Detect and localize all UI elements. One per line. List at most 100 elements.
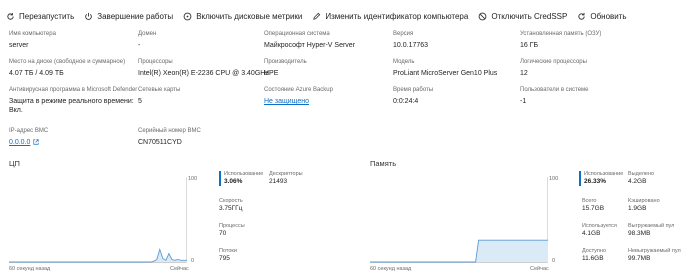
domain-label: Домен xyxy=(138,31,157,37)
os-label: Операционная система xyxy=(264,31,330,37)
manufacturer-value: HPE xyxy=(264,70,279,77)
manufacturer-field: Производитель HPE xyxy=(264,59,307,78)
external-link-icon[interactable] xyxy=(33,139,40,145)
antivirus-value-line2: Вкл. xyxy=(9,107,23,114)
bmc-ip-link[interactable]: 0.0.0.0 xyxy=(9,139,30,146)
memory-in-use-value: 4.1GB xyxy=(582,230,601,237)
memory-series-area xyxy=(370,240,548,262)
installed-memory-field: Установленная память (ОЗУ) 16 ГБ xyxy=(520,31,601,50)
refresh-label: Обновить xyxy=(590,11,627,21)
cpu-usage-label: Использование xyxy=(224,171,264,177)
change-computer-id-label: Изменить идентификатор компьютера xyxy=(325,11,469,21)
installed-memory-value: 16 ГБ xyxy=(520,42,539,49)
memory-usage-label: Использование xyxy=(584,171,624,177)
disk-metrics-icon xyxy=(183,12,192,20)
disk-space-label: Место на диске (свободное и суммарное) xyxy=(9,59,126,65)
logical-processors-label: Логические процессоры xyxy=(520,59,587,65)
azure-backup-link[interactable]: Не защищено xyxy=(264,97,333,106)
restart-button[interactable]: Перезапустить xyxy=(6,12,74,21)
memory-available: Доступно 11.6GB xyxy=(582,248,606,263)
memory-in-use: Используется 4.1GB xyxy=(582,223,617,238)
model-field: Модель ProLiant MicroServer Gen10 Plus xyxy=(393,59,497,78)
computer-name-label: Имя компьютера xyxy=(9,31,56,37)
domain-value: - xyxy=(138,42,141,49)
refresh-icon xyxy=(578,12,585,20)
cpu-threads: Потоки 795 xyxy=(219,248,237,263)
memory-total: Всего 15.7GB xyxy=(582,198,604,213)
memory-allocated: Выделено 4.2GB xyxy=(628,171,654,186)
uptime-value: 0:0:24:4 xyxy=(393,98,419,105)
memory-nonpaged-pool: Невыгружаемый пул 99.7MB xyxy=(628,248,681,263)
cpu-usage: Использование 3.06% xyxy=(219,171,263,186)
computer-name-field: Имя компьютера server xyxy=(9,31,56,50)
logical-processors-value: 12 xyxy=(520,70,528,77)
cpu-axis-max: 100 xyxy=(188,176,198,182)
bmc-ip-field: IP-адрес BMC 0.0.0.0 xyxy=(9,128,48,147)
disable-credssp-label: Отключить CredSSP xyxy=(491,11,568,21)
cpu-handles-label: Дескрипторы xyxy=(269,171,303,177)
azure-backup-label: Состояние Azure Backup xyxy=(264,87,333,93)
disable-credssp-button[interactable]: Отключить CredSSP xyxy=(478,12,567,21)
processors-field: Процессоры Intel(R) Xeon(R) E-2236 CPU @… xyxy=(138,59,269,78)
bmc-serial-value: CN70511CYD xyxy=(138,139,182,146)
processors-label: Процессоры xyxy=(138,59,173,65)
restart-icon xyxy=(7,12,14,20)
version-value: 10.0.17763 xyxy=(393,42,429,49)
cpu-speed-value: 3.75ГГц xyxy=(219,205,243,212)
os-value: Майкрософт Hyper-V Server xyxy=(264,42,356,49)
memory-usage-value: 26.33% xyxy=(584,178,607,185)
antivirus-value-line1: Защита в режиме реального времени: xyxy=(9,98,134,105)
memory-paged-pool: Выгружаемый пул 98.3MB xyxy=(628,223,674,238)
cpu-speed-label: Скорость xyxy=(219,198,243,204)
cpu-handles-value: 21493 xyxy=(269,178,288,185)
memory-axis-max: 100 xyxy=(549,176,559,182)
memory-in-use-label: Используется xyxy=(582,223,617,229)
pencil-icon xyxy=(313,12,321,20)
enable-disk-metrics-button[interactable]: Включить дисковые метрики xyxy=(183,12,302,21)
network-cards-label: Сетевые карты xyxy=(138,87,181,93)
memory-cached: Кэшировано 1.9GB xyxy=(628,198,660,213)
cpu-processes-value: 70 xyxy=(219,230,227,237)
memory-nonpaged-pool-value: 99.7MB xyxy=(628,255,651,262)
cpu-speed: Скорость 3.75ГГц xyxy=(219,198,243,213)
memory-total-label: Всего xyxy=(582,198,597,204)
network-cards-value: 5 xyxy=(138,98,142,105)
logical-processors-field: Логические процессоры 12 xyxy=(520,59,587,78)
network-cards-field: Сетевые карты 5 xyxy=(138,87,180,106)
memory-cached-value: 1.9GB xyxy=(628,205,647,212)
os-field: Операционная система Майкрософт Hyper-V … xyxy=(264,31,355,50)
bmc-ip-label: IP-адрес BMC xyxy=(9,128,49,134)
change-computer-id-button[interactable]: Изменить идентификатор компьютера xyxy=(312,12,468,21)
users-label: Пользователи в системе xyxy=(520,87,589,93)
model-label: Модель xyxy=(393,59,415,65)
disk-space-field: Место на диске (свободное и суммарное) 4… xyxy=(9,59,125,78)
shutdown-label: Завершение работы xyxy=(97,11,174,21)
version-field: Версия 10.0.17763 xyxy=(393,31,428,50)
cpu-title: ЦП xyxy=(9,159,20,168)
cpu-axis-left: 60 секунд назад xyxy=(9,266,51,272)
toolbar: Перезапустить Завершение работы Включить… xyxy=(0,7,700,25)
memory-axis-min: 0 xyxy=(552,258,556,264)
memory-total-value: 15.7GB xyxy=(582,205,605,212)
refresh-button[interactable]: Обновить xyxy=(577,11,627,21)
installed-memory-label: Установленная память (ОЗУ) xyxy=(520,31,602,37)
cpu-axis-min: 0 xyxy=(191,258,195,264)
memory-chart-svg xyxy=(370,177,548,263)
cpu-threads-label: Потоки xyxy=(219,248,237,254)
cpu-threads-value: 795 xyxy=(219,255,230,262)
restart-label: Перезапустить xyxy=(19,11,75,21)
credssp-icon xyxy=(478,12,487,20)
disk-space-value: 4.07 ТБ / 4.09 ТБ xyxy=(9,70,64,77)
enable-disk-metrics-label: Включить дисковые метрики xyxy=(196,11,303,21)
shutdown-button[interactable]: Завершение работы xyxy=(84,12,173,21)
cpu-handles: Дескрипторы 21493 xyxy=(269,171,303,186)
uptime-field: Время работы 0:0:24:4 xyxy=(393,87,433,106)
memory-allocated-value: 4.2GB xyxy=(628,178,647,185)
users-value: -1 xyxy=(520,98,527,105)
computer-name-value: server xyxy=(9,42,29,49)
version-label: Версия xyxy=(393,31,414,37)
memory-paged-pool-value: 98.3MB xyxy=(628,230,651,237)
manufacturer-label: Производитель xyxy=(264,59,307,65)
bmc-serial-label: Серийный номер BMC xyxy=(138,128,201,134)
cpu-processes: Процессы 70 xyxy=(219,223,245,238)
